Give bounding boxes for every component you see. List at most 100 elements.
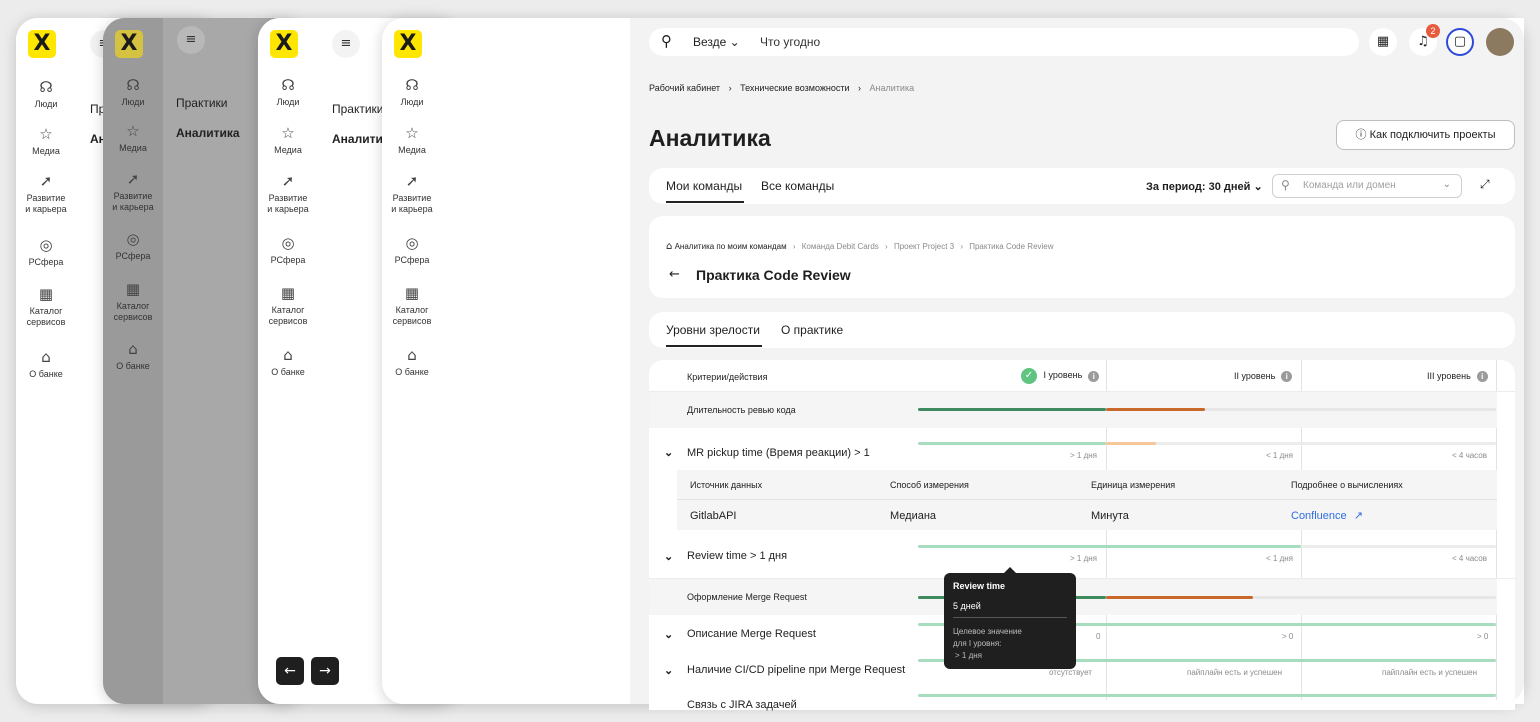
tab-all-teams[interactable]: Все команды xyxy=(761,179,834,193)
bank-logo-icon: X xyxy=(270,30,298,58)
team-filter-input[interactable]: Команда или домен xyxy=(1303,180,1396,191)
submenu-item-analytics[interactable]: Аналитика xyxy=(176,126,240,140)
progress-track xyxy=(918,694,1496,697)
rail-item-career[interactable]: ➚ Развитие и карьера xyxy=(103,170,163,213)
tab-active-underline xyxy=(666,345,762,347)
breadcrumb-item[interactable]: Команда Debit Cards xyxy=(802,242,879,251)
rail-item-about[interactable]: ⌂ О банке xyxy=(103,340,163,372)
chevron-down-icon[interactable]: ⌄ xyxy=(664,446,673,459)
side-rail: X ☊ Люди ☆ Медиа ➚ Развитие и карьера ◎ РСфер… xyxy=(258,18,318,704)
rail-item-media[interactable]: ☆ Медиа xyxy=(16,125,76,157)
rail-item-catalog[interactable]: ▦ Каталог сервисов xyxy=(103,280,163,323)
tab-my-teams[interactable]: Мои команды xyxy=(666,179,742,193)
breadcrumb-item[interactable]: Технические возможности xyxy=(740,83,849,93)
info-icon[interactable]: i xyxy=(1088,370,1100,382)
global-search-bar[interactable]: ⚲ Везде ⌄ Что угодно xyxy=(649,28,1359,56)
menu-collapse-icon[interactable]: ≡ xyxy=(177,26,205,54)
tooltip-note: для I уровня: xyxy=(953,639,1002,648)
search-input[interactable]: Что угодно xyxy=(760,35,820,49)
tooltip-title: Review time xyxy=(953,581,1006,591)
page-title: Аналитика xyxy=(649,125,771,151)
threshold-label: < 1 дня xyxy=(1266,554,1293,563)
rail-item-media[interactable]: ☆ Медиа xyxy=(382,124,442,156)
info-icon[interactable]: i xyxy=(1476,371,1488,383)
practice-header-card xyxy=(649,216,1515,298)
rail-item-people[interactable]: ☊ Люди xyxy=(16,78,76,110)
back-arrow-icon[interactable]: ← xyxy=(669,267,680,282)
threshold-label: пайплайн есть и успешен xyxy=(1382,668,1477,677)
connect-projects-button[interactable]: ⓘ Как подключить проекты xyxy=(1336,120,1515,150)
submenu-item-practices[interactable]: Практики xyxy=(176,96,228,110)
level-2-header: II уровень i xyxy=(1234,371,1293,383)
grid-icon: ▦ xyxy=(38,285,54,303)
chevron-down-icon[interactable]: ⌄ xyxy=(664,628,673,641)
people-icon: ☊ xyxy=(405,76,419,94)
rail-item-people[interactable]: ☊ Люди xyxy=(258,76,318,108)
breadcrumb-current: Аналитика xyxy=(869,83,915,93)
rail-item-career[interactable]: ➚ Развитие и карьера xyxy=(258,172,318,215)
side-rail: X ☊ Люди ☆ Медиа ➚ Развитие и карьера ◎ РСфер… xyxy=(103,18,163,704)
criterion-label[interactable]: Review time > 1 дня xyxy=(687,550,787,562)
info-circle-icon: ⓘ xyxy=(1355,128,1367,141)
rail-item-people[interactable]: ☊ Люди xyxy=(382,76,442,108)
threshold-label: < 4 часов xyxy=(1452,451,1487,460)
menu-collapse-icon[interactable]: ≡ xyxy=(332,30,360,58)
threshold-label: < 4 часов xyxy=(1452,554,1487,563)
criterion-label[interactable]: Наличие CI/CD pipeline при Merge Request xyxy=(687,664,905,676)
rail-item-media[interactable]: ☆ Медиа xyxy=(258,124,318,156)
rail-item-about[interactable]: ⌂ О банке xyxy=(258,346,318,378)
star-icon: ☆ xyxy=(405,124,419,142)
period-select[interactable]: За период: 30 дней ⌄ xyxy=(1146,180,1263,193)
submenu-item-practices[interactable]: Практики xyxy=(332,102,384,116)
breadcrumb-item[interactable]: Аналитика по моим командам xyxy=(675,242,787,251)
criterion-label[interactable]: Описание Merge Request xyxy=(687,628,816,640)
rail-item-catalog[interactable]: ▦ Каталог сервисов xyxy=(258,284,318,327)
tab-maturity-levels[interactable]: Уровни зрелости xyxy=(666,323,760,337)
criteria-header: Критерии/действия xyxy=(687,372,768,382)
briefcase-icon[interactable]: ▢ xyxy=(1446,28,1474,56)
rail-item-media[interactable]: ☆ Медиа xyxy=(103,122,163,154)
confluence-link[interactable]: Confluence ↗ xyxy=(1291,509,1363,522)
bank-logo-icon: X xyxy=(28,30,56,58)
next-arrow-button[interactable]: → xyxy=(311,657,339,685)
rail-item-career[interactable]: ➚ Развитие и карьера xyxy=(382,172,442,215)
rail-item-rsphere[interactable]: ◎ РСфера xyxy=(16,236,76,268)
breadcrumb-item[interactable]: Проект Project 3 xyxy=(894,242,954,251)
rail-item-catalog[interactable]: ▦ Каталог сервисов xyxy=(16,285,76,328)
search-icon: ⚲ xyxy=(661,32,672,50)
tab-about-practice[interactable]: О практике xyxy=(781,323,843,337)
bank-icon: ⌂ xyxy=(407,346,417,364)
team-domain-filter[interactable]: ⚲ Команда или домен ⌄ xyxy=(1272,174,1462,198)
tooltip-note: Целевое значение xyxy=(953,627,1022,636)
details-header: Единица измерения xyxy=(1091,480,1176,490)
rail-item-catalog[interactable]: ▦ Каталог сервисов xyxy=(382,284,442,327)
rail-item-rsphere[interactable]: ◎ РСфера xyxy=(258,234,318,266)
measure-method-value: Медиана xyxy=(890,510,937,522)
rail-item-about[interactable]: ⌂ О банке xyxy=(382,346,442,378)
rail-item-about[interactable]: ⌂ О банке xyxy=(16,348,76,380)
practice-title: Практика Code Review xyxy=(696,267,851,283)
rail-item-rsphere[interactable]: ◎ РСфера xyxy=(103,230,163,262)
breadcrumb-current: Практика Code Review xyxy=(969,242,1054,251)
sphere-icon: ◎ xyxy=(281,234,295,252)
grid-icon: ▦ xyxy=(280,284,296,302)
threshold-label: 0 xyxy=(1096,632,1101,641)
sphere-icon: ◎ xyxy=(39,236,53,254)
calendar-icon[interactable]: ▦ xyxy=(1369,28,1397,56)
criterion-label[interactable]: MR pickup time (Время реакции) > 1 xyxy=(687,447,870,459)
avatar[interactable] xyxy=(1486,28,1514,56)
notification-badge: 2 xyxy=(1426,24,1440,38)
breadcrumb-item[interactable]: Рабочий кабинет xyxy=(649,83,720,93)
rail-item-people[interactable]: ☊ Люди xyxy=(103,76,163,108)
info-icon[interactable]: i xyxy=(1281,371,1293,383)
search-scope-select[interactable]: Везде ⌄ xyxy=(693,35,740,49)
criterion-label[interactable]: Связь с JIRA задачей xyxy=(687,699,797,711)
bank-logo-icon: X xyxy=(394,30,422,58)
chevron-down-icon[interactable]: ⌄ xyxy=(664,664,673,677)
expand-icon[interactable]: ⤢ xyxy=(1480,177,1490,192)
prev-arrow-button[interactable]: ← xyxy=(276,657,304,685)
rail-item-rsphere[interactable]: ◎ РСфера xyxy=(382,234,442,266)
rail-item-career[interactable]: ➚ Развитие и карьера xyxy=(16,172,76,215)
chevron-down-icon[interactable]: ⌄ xyxy=(664,550,673,563)
external-link-icon: ↗ xyxy=(1353,509,1363,522)
